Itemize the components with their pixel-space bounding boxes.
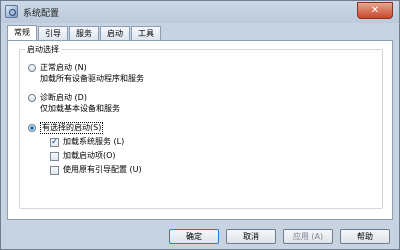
help-button[interactable]: 帮助: [340, 229, 390, 244]
tab-startup[interactable]: 启动: [100, 26, 130, 40]
tab-tools[interactable]: 工具: [131, 26, 161, 40]
checkbox-checked-icon: [50, 137, 59, 147]
tab-services[interactable]: 服务: [69, 26, 99, 40]
startup-selection-title: 启动选择: [25, 44, 61, 55]
diagnostic-startup-label: 诊断启动 (D): [40, 93, 87, 102]
normal-startup-label: 正常启动 (N): [40, 63, 87, 72]
diagnostic-startup-radio[interactable]: 诊断启动 (D): [28, 93, 87, 103]
radio-checked-icon: [28, 124, 36, 132]
normal-startup-radio[interactable]: 正常启动 (N): [28, 63, 87, 73]
selective-startup-radio[interactable]: 有选择的启动(S): [28, 122, 104, 134]
window-title: 系统配置: [23, 9, 60, 19]
checkbox-unchecked-icon: [50, 151, 59, 161]
tab-general[interactable]: 常规: [7, 25, 37, 41]
ok-button[interactable]: 确定: [169, 229, 219, 244]
dialog-buttons: 确定 取消 应用 (A) 帮助: [1, 229, 400, 245]
checkbox-unchecked-icon: [50, 165, 59, 175]
radio-unchecked-icon: [28, 94, 36, 102]
load-startup-items-label: 加载启动项(O): [63, 151, 116, 160]
use-original-boot-config-checkbox[interactable]: 使用原有引导配置 (U): [50, 165, 142, 175]
system-config-icon: [5, 5, 18, 18]
load-startup-items-checkbox[interactable]: 加载启动项(O): [50, 151, 116, 161]
selective-startup-label: 有选择的启动(S): [40, 122, 104, 134]
titlebar: 系统配置 ✕: [1, 1, 399, 23]
normal-startup-description: 加载所有设备驱动程序和服务: [40, 74, 144, 83]
radio-unchecked-icon: [28, 64, 36, 72]
tab-strip: 常规 引导 服务 启动 工具: [7, 25, 162, 41]
close-button[interactable]: ✕: [357, 2, 393, 19]
system-config-window: 系统配置 ✕ 常规 引导 服务 启动 工具 启动选择 正常启动 (N) 加载所有…: [0, 0, 400, 250]
general-tab-panel: 启动选择 正常启动 (N) 加载所有设备驱动程序和服务 诊断启动 (D) 仅加载…: [7, 40, 393, 220]
tab-boot[interactable]: 引导: [38, 26, 68, 40]
load-system-services-checkbox[interactable]: 加载系统服务 (L): [50, 137, 124, 147]
use-original-boot-config-label: 使用原有引导配置 (U): [63, 165, 142, 174]
startup-selection-group: 启动选择 正常启动 (N) 加载所有设备驱动程序和服务 诊断启动 (D) 仅加载…: [19, 44, 383, 209]
diagnostic-startup-description: 仅加载基本设备和服务: [40, 104, 120, 113]
apply-button[interactable]: 应用 (A): [283, 229, 333, 244]
load-system-services-label: 加载系统服务 (L): [63, 137, 125, 146]
cancel-button[interactable]: 取消: [226, 229, 276, 244]
